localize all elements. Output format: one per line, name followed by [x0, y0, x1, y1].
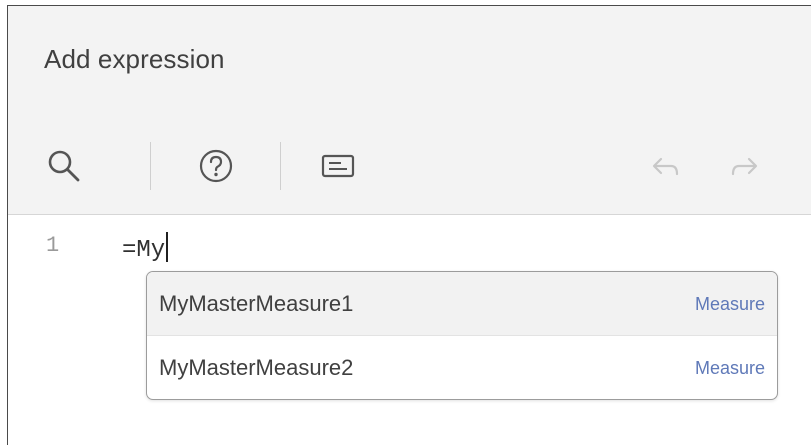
expression-toolbar — [8, 118, 811, 215]
add-expression-dialog: Add expression 1 =My MyMasterMeasure1 Me… — [7, 5, 811, 445]
expression-text: =My — [122, 237, 166, 264]
undo-icon — [652, 157, 679, 176]
help-button[interactable] — [190, 140, 242, 192]
toolbar-separator — [150, 142, 151, 190]
redo-icon — [731, 157, 758, 176]
search-icon — [48, 150, 80, 182]
suggestion-label: MyMasterMeasure1 — [159, 291, 354, 316]
toolbar-separator — [280, 142, 281, 190]
suggestion-item[interactable]: MyMasterMeasure1 Measure — [147, 272, 777, 336]
redo-button[interactable] — [720, 140, 772, 192]
code-line[interactable]: =My — [122, 232, 169, 264]
autocomplete-dropdown: MyMasterMeasure1 Measure MyMasterMeasure… — [146, 271, 778, 400]
comment-button[interactable] — [312, 140, 364, 192]
line-number-gutter: 1 — [8, 215, 102, 445]
help-icon — [199, 149, 233, 183]
search-button[interactable] — [38, 140, 90, 192]
dialog-title: Add expression — [44, 44, 225, 74]
text-caret — [166, 232, 169, 262]
suggestion-label: MyMasterMeasure2 — [159, 355, 354, 380]
suggestion-type: Measure — [694, 358, 765, 378]
dialog-header: Add expression — [8, 6, 811, 119]
undo-button[interactable] — [638, 140, 690, 192]
suggestion-type: Measure — [694, 294, 765, 314]
suggestion-item[interactable]: MyMasterMeasure2 Measure — [147, 336, 777, 399]
line-number: 1 — [46, 233, 60, 258]
expression-editor[interactable]: 1 =My MyMasterMeasure1 Measure MyMasterM… — [8, 215, 811, 445]
comment-icon — [321, 154, 355, 178]
